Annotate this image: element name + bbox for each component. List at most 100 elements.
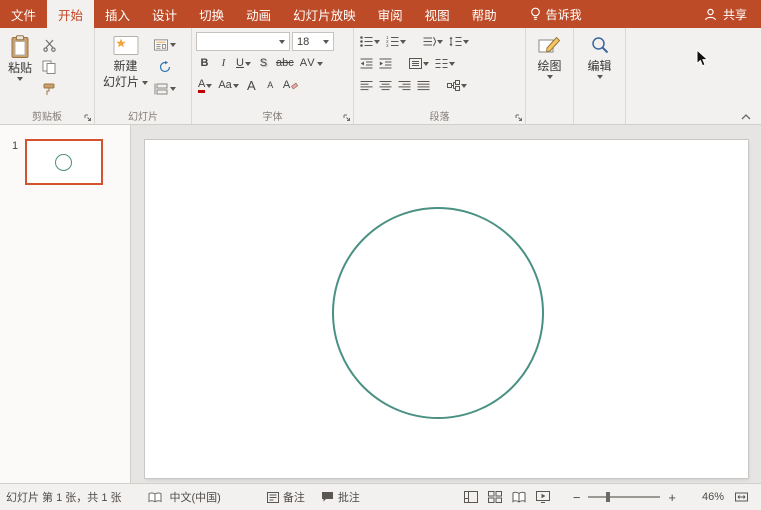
line-spacing-button[interactable] (447, 32, 471, 51)
clipboard-group: 粘贴 剪贴板 (0, 28, 95, 124)
font-color-label: A (198, 78, 206, 93)
tell-me-label: 告诉我 (545, 7, 582, 22)
editing-icon (591, 37, 608, 54)
align-right-icon (398, 81, 411, 91)
decrease-font-button[interactable]: A (262, 76, 279, 95)
justify-icon (417, 81, 430, 91)
slideshow-view-icon (535, 491, 550, 503)
smartart-button[interactable] (445, 76, 469, 95)
slideshow-view-button[interactable] (531, 491, 555, 503)
paste-button[interactable]: 粘贴 (4, 32, 36, 82)
tab-transitions[interactable]: 切换 (188, 0, 235, 28)
reading-view-button[interactable] (507, 491, 531, 503)
layout-icon (154, 39, 169, 51)
slide-thumbnail-number: 1 (12, 140, 19, 152)
slide-editing-area (131, 125, 761, 483)
fit-to-window-button[interactable] (730, 491, 753, 503)
change-case-button[interactable]: Aa (216, 76, 240, 95)
reset-slide-button[interactable] (154, 58, 176, 76)
dialog-launcher-icon (84, 114, 91, 121)
clipboard-dialog-launcher[interactable] (84, 114, 92, 122)
tab-slideshow[interactable]: 幻灯片放映 (282, 0, 367, 28)
paragraph-dialog-launcher[interactable] (515, 114, 523, 122)
shadow-label: S (259, 57, 268, 69)
italic-label: I (221, 57, 226, 69)
columns-button[interactable] (433, 54, 457, 73)
slides-group-label: 幻灯片 (128, 112, 158, 123)
font-color-button[interactable]: A (196, 76, 214, 95)
editing-button[interactable]: 编辑 (578, 32, 621, 80)
language-indicator[interactable]: 中文(中国) (170, 489, 221, 505)
slide-thumbnail-1[interactable] (25, 139, 104, 185)
increase-indent-button[interactable] (377, 54, 394, 73)
font-size-select[interactable]: 18 (292, 32, 334, 51)
clear-formatting-button[interactable]: A (281, 76, 300, 95)
copy-button[interactable] (38, 58, 60, 76)
align-left-button[interactable] (358, 76, 375, 95)
caret-down-icon (437, 39, 443, 44)
proofing-button[interactable] (148, 491, 162, 503)
slide-sorter-view-button[interactable] (483, 491, 507, 503)
numbering-button[interactable]: 123 (384, 32, 408, 51)
text-shadow-button[interactable]: S (255, 54, 272, 73)
tab-view[interactable]: 视图 (414, 0, 461, 28)
svg-text:3: 3 (386, 43, 389, 47)
align-text-button[interactable] (407, 54, 431, 73)
indent-increase-icon (379, 58, 392, 69)
tab-home[interactable]: 开始 (47, 0, 95, 28)
caret-down-icon (449, 61, 455, 66)
ribbon-empty-area (626, 28, 761, 124)
caret-down-icon (463, 39, 469, 44)
bullets-button[interactable] (358, 32, 382, 51)
zoom-slider-thumb[interactable] (606, 492, 611, 502)
underline-label: U (236, 57, 244, 69)
format-painter-button[interactable] (38, 80, 60, 98)
reset-icon (159, 61, 171, 73)
columns-icon (435, 59, 448, 68)
cut-button[interactable] (38, 36, 60, 54)
tab-review[interactable]: 审阅 (367, 0, 414, 28)
tab-animations[interactable]: 动画 (235, 0, 282, 28)
dialog-launcher-icon (343, 114, 350, 121)
new-slide-button[interactable]: 新建 幻灯片 (99, 32, 152, 90)
decrease-indent-button[interactable] (358, 54, 375, 73)
strikethrough-button[interactable]: abc (274, 54, 296, 73)
zoom-out-button[interactable]: − (569, 490, 585, 505)
tab-file[interactable]: 文件 (0, 0, 47, 28)
eraser-icon (291, 82, 299, 89)
section-button[interactable] (154, 80, 177, 98)
character-spacing-button[interactable]: AV (298, 54, 325, 73)
font-dialog-launcher[interactable] (343, 114, 351, 122)
underline-button[interactable]: U (234, 54, 253, 73)
bold-button[interactable]: B (196, 54, 213, 73)
align-right-button[interactable] (396, 76, 413, 95)
normal-view-button[interactable] (459, 491, 483, 503)
section-icon (154, 83, 168, 95)
circle-shape[interactable] (332, 207, 544, 419)
share-button[interactable]: 共享 (690, 0, 761, 28)
text-direction-button[interactable] (421, 32, 445, 51)
zoom-level[interactable]: 46% (688, 491, 724, 503)
comments-toggle[interactable]: 批注 (321, 489, 360, 505)
tab-design[interactable]: 设计 (141, 0, 188, 28)
zoom-in-button[interactable]: + (664, 490, 680, 505)
layout-button[interactable] (154, 36, 177, 54)
collapse-ribbon-button[interactable] (741, 114, 751, 120)
justify-button[interactable] (415, 76, 432, 95)
font-name-select[interactable] (196, 32, 290, 51)
drawing-button[interactable]: 绘图 (530, 32, 569, 80)
notes-toggle[interactable]: 备注 (266, 489, 305, 505)
increase-font-button[interactable]: A (243, 76, 260, 95)
tell-me-button[interactable]: 告诉我 (520, 0, 592, 28)
slide-canvas[interactable] (145, 140, 748, 478)
slide-sorter-icon (487, 491, 502, 503)
ribbon-tab-bar: 文件 开始 插入 设计 切换 动画 幻灯片放映 审阅 视图 帮助 告诉我 共享 (0, 0, 761, 28)
tab-help[interactable]: 帮助 (461, 0, 508, 28)
font-group-label: 字体 (262, 112, 283, 123)
zoom-slider[interactable] (588, 492, 661, 502)
tab-insert[interactable]: 插入 (94, 0, 141, 28)
italic-button[interactable]: I (215, 54, 232, 73)
copy-icon (42, 60, 56, 74)
align-center-button[interactable] (377, 76, 394, 95)
notes-label: 备注 (282, 492, 305, 504)
